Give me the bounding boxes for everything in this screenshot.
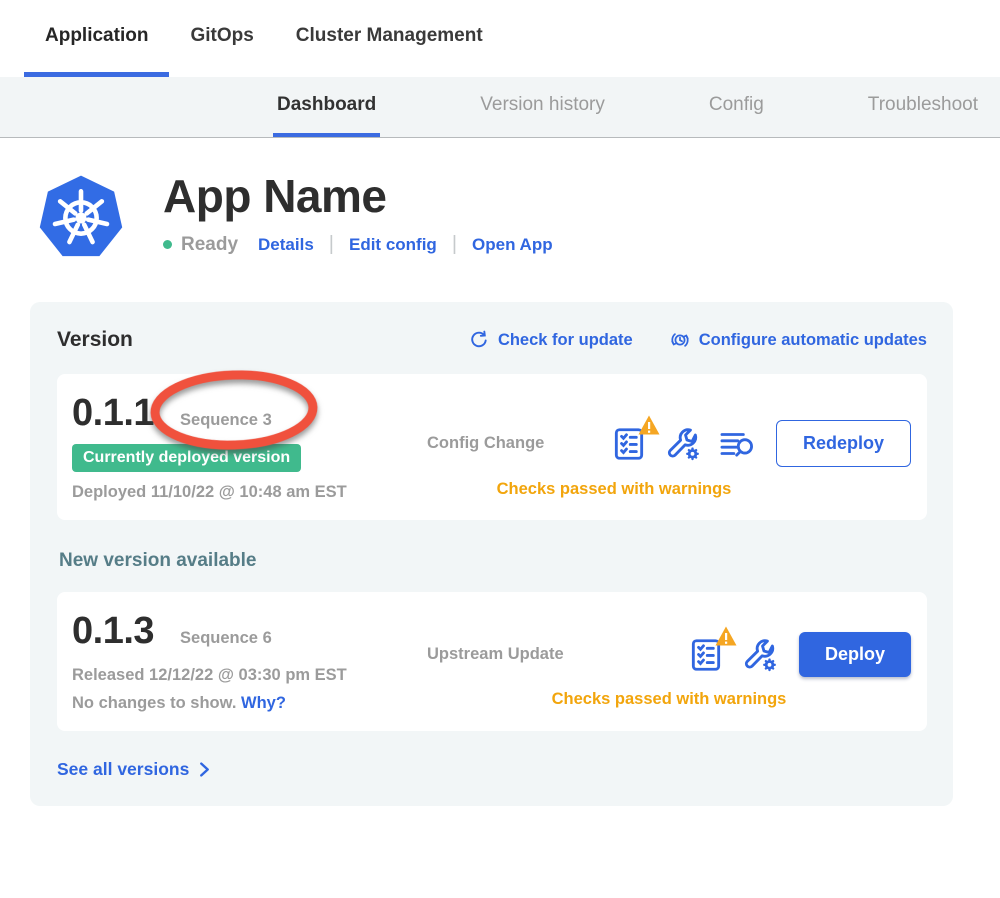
available-version-number: 0.1.3 — [72, 610, 154, 653]
available-version-card: 0.1.3 Sequence 6 Released 12/12/22 @ 03:… — [57, 592, 927, 731]
version-panel: Version Check for update Configure — [30, 302, 953, 806]
warning-triangle-icon — [714, 625, 738, 647]
details-link[interactable]: Details — [258, 235, 314, 255]
check-for-update-label: Check for update — [498, 331, 633, 350]
why-link[interactable]: Why? — [241, 694, 286, 712]
status-badge: Ready — [181, 234, 238, 256]
currently-deployed-badge: Currently deployed version — [72, 444, 301, 472]
tab-config[interactable]: Config — [705, 77, 768, 137]
top-nav: Application GitOps Cluster Management — [0, 0, 1000, 77]
warning-triangle-icon — [637, 414, 661, 436]
edit-config-link[interactable]: Edit config — [349, 235, 437, 255]
status-dot — [163, 240, 172, 249]
see-all-versions-label: See all versions — [57, 759, 189, 780]
released-timestamp: Released 12/12/22 @ 03:30 pm EST — [72, 666, 427, 685]
version-panel-title: Version — [57, 328, 133, 352]
tab-cluster-management[interactable]: Cluster Management — [275, 0, 504, 77]
auto-update-clock-icon — [669, 329, 691, 351]
configure-automatic-updates-label: Configure automatic updates — [699, 331, 927, 350]
current-version-card: 0.1.1 Sequence 3 Currently deployed vers… — [57, 374, 927, 520]
deployed-timestamp: Deployed 11/10/22 @ 10:48 am EST — [72, 483, 427, 502]
view-files-search-icon[interactable] — [718, 425, 756, 463]
open-app-link[interactable]: Open App — [472, 235, 553, 255]
current-version-number: 0.1.1 — [72, 392, 154, 435]
redeploy-button[interactable]: Redeploy — [776, 420, 911, 467]
see-all-versions-link[interactable]: See all versions — [57, 759, 927, 780]
tab-dashboard[interactable]: Dashboard — [273, 77, 380, 137]
check-for-update-button[interactable]: Check for update — [468, 329, 633, 351]
available-version-sequence: Sequence 6 — [180, 629, 272, 648]
refresh-icon — [468, 329, 490, 351]
current-version-source: Config Change — [427, 434, 544, 453]
current-checks-status: Checks passed with warnings — [427, 480, 911, 499]
tab-application[interactable]: Application — [24, 0, 169, 77]
config-wrench-icon[interactable] — [741, 636, 779, 674]
app-header: App Name Ready Details | Edit config | O… — [35, 170, 1000, 266]
preflight-checks-icon[interactable] — [687, 636, 725, 674]
page-title: App Name — [163, 172, 553, 220]
tab-gitops[interactable]: GitOps — [169, 0, 274, 77]
tab-version-history[interactable]: Version history — [476, 77, 609, 137]
divider: | — [452, 233, 457, 256]
app-sub-nav: Dashboard Version history Config Trouble… — [0, 77, 1000, 138]
current-version-sequence: Sequence 3 — [180, 411, 272, 430]
config-wrench-icon[interactable] — [664, 425, 702, 463]
available-checks-status: Checks passed with warnings — [427, 690, 911, 709]
tab-troubleshoot[interactable]: Troubleshoot — [864, 77, 982, 137]
no-changes-text: No changes to show. — [72, 694, 236, 712]
deploy-button[interactable]: Deploy — [799, 632, 911, 677]
divider: | — [329, 233, 334, 256]
new-version-heading: New version available — [59, 550, 927, 572]
configure-automatic-updates-button[interactable]: Configure automatic updates — [669, 329, 927, 351]
chevron-right-icon — [198, 762, 211, 777]
preflight-checks-icon[interactable] — [610, 425, 648, 463]
kubernetes-logo-icon — [35, 170, 127, 266]
available-version-source: Upstream Update — [427, 645, 564, 664]
